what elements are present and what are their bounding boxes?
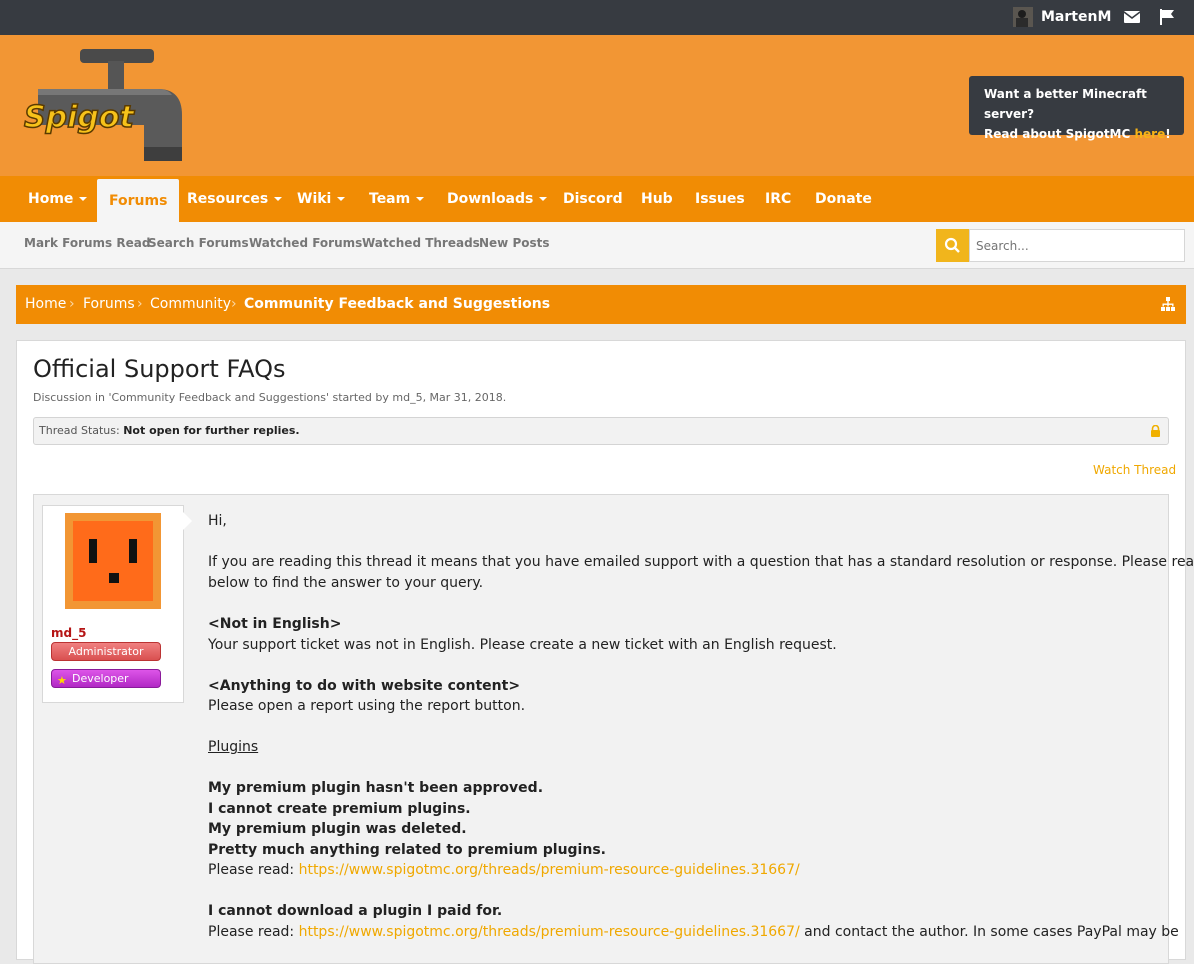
text-website-content: Please open a report using the report bu… bbox=[208, 698, 526, 714]
tab-downloads[interactable]: Downloads bbox=[447, 176, 548, 222]
chevron-down-icon bbox=[337, 197, 346, 201]
site-header: Spigot Want a better Minecraft server? R… bbox=[0, 35, 1194, 176]
post-intro-line2: below to find the answer to your query. bbox=[208, 575, 484, 591]
flag-icon[interactable] bbox=[1158, 8, 1176, 26]
developer-badge: ★ Developer bbox=[51, 669, 161, 688]
question-cannot-download: I cannot download a plugin I paid for. bbox=[208, 903, 503, 919]
user-avatar bbox=[1013, 7, 1033, 27]
tab-forums[interactable]: Forums bbox=[97, 179, 180, 222]
promo-link[interactable]: here bbox=[1134, 127, 1165, 141]
section-plugins: Plugins bbox=[208, 739, 259, 755]
promo-line2: Read about SpigotMC here! bbox=[984, 127, 1171, 141]
tab-home[interactable]: Home bbox=[28, 176, 88, 222]
user-menu[interactable]: MartenM bbox=[1013, 5, 1111, 29]
tab-discord[interactable]: Discord bbox=[563, 176, 623, 222]
breadcrumb-separator: › bbox=[69, 296, 75, 312]
breadcrumb-home[interactable]: Home bbox=[25, 296, 66, 312]
text-not-english: Your support ticket was not in English. … bbox=[208, 637, 837, 653]
please-read-line2: Please read: https://www.spigotmc.org/th… bbox=[208, 924, 1179, 940]
top-user-bar: MartenM bbox=[0, 0, 1194, 35]
thread-description: Discussion in 'Community Feedback and Su… bbox=[33, 391, 507, 404]
search-input[interactable] bbox=[969, 229, 1185, 262]
status-label: Thread Status: bbox=[39, 424, 120, 437]
post-author-link[interactable]: md_5 bbox=[51, 626, 86, 640]
watched-forums-link[interactable]: Watched Forums bbox=[249, 236, 362, 250]
chevron-down-icon bbox=[79, 197, 88, 201]
avatar-eye bbox=[129, 539, 137, 563]
thread-status-bar: Thread Status: Not open for further repl… bbox=[33, 417, 1169, 445]
avatar[interactable] bbox=[65, 513, 161, 609]
chevron-down-icon bbox=[539, 197, 548, 201]
avatar-mouth bbox=[109, 573, 119, 583]
please-read-line1: Please read: https://www.spigotmc.org/th… bbox=[208, 862, 800, 878]
search-button[interactable] bbox=[936, 229, 969, 262]
premium-guidelines-link[interactable]: https://www.spigotmc.org/threads/premium… bbox=[299, 862, 800, 878]
administrator-badge: Administrator bbox=[51, 642, 161, 661]
envelope-icon[interactable] bbox=[1123, 8, 1141, 26]
breadcrumb-forums[interactable]: Forums bbox=[83, 296, 135, 312]
premium-guidelines-link-2[interactable]: https://www.spigotmc.org/threads/premium… bbox=[299, 924, 800, 940]
status-value: Not open for further replies. bbox=[123, 424, 300, 437]
page-title: Official Support FAQs bbox=[33, 355, 286, 383]
spigot-logo[interactable]: Spigot bbox=[18, 43, 188, 169]
avatar-eye bbox=[89, 539, 97, 563]
search-forums-link[interactable]: Search Forums bbox=[148, 236, 249, 250]
breadcrumb-separator: › bbox=[231, 296, 237, 312]
tab-donate[interactable]: Donate bbox=[815, 176, 872, 222]
breadcrumb-community[interactable]: Community bbox=[150, 296, 231, 312]
chevron-down-icon bbox=[274, 197, 283, 201]
watch-thread-link[interactable]: Watch Thread bbox=[1093, 463, 1176, 477]
tab-team[interactable]: Team bbox=[369, 176, 425, 222]
heading-not-english: <Not in English> bbox=[208, 616, 342, 632]
logo-text: Spigot bbox=[24, 100, 135, 135]
breadcrumb-current[interactable]: Community Feedback and Suggestions bbox=[244, 296, 550, 312]
question-premium-approved: My premium plugin hasn't been approved. bbox=[208, 780, 544, 796]
userbox-pointer bbox=[183, 512, 192, 530]
question-create-premium: I cannot create premium plugins. bbox=[208, 801, 471, 817]
tab-wiki[interactable]: Wiki bbox=[297, 176, 346, 222]
new-posts-link[interactable]: New Posts bbox=[479, 236, 550, 250]
mark-forums-read-link[interactable]: Mark Forums Read bbox=[24, 236, 150, 250]
sitemap-icon[interactable] bbox=[1161, 297, 1175, 311]
username-label: MartenM bbox=[1041, 9, 1112, 25]
promo-box: Want a better Minecraft server? Read abo… bbox=[969, 76, 1184, 141]
chevron-down-icon bbox=[416, 197, 425, 201]
question-premium-anything: Pretty much anything related to premium … bbox=[208, 842, 606, 858]
breadcrumb-separator: › bbox=[137, 296, 143, 312]
tab-issues[interactable]: Issues bbox=[695, 176, 745, 222]
search-icon bbox=[944, 237, 960, 253]
avatar-face bbox=[73, 521, 153, 601]
watched-threads-link[interactable]: Watched Threads bbox=[362, 236, 480, 250]
tab-hub[interactable]: Hub bbox=[641, 176, 673, 222]
tab-resources[interactable]: Resources bbox=[187, 176, 283, 222]
question-premium-deleted: My premium plugin was deleted. bbox=[208, 821, 467, 837]
developer-badge-icon: ★ bbox=[57, 674, 67, 687]
post-intro-line1: If you are reading this thread it means … bbox=[208, 554, 1194, 570]
promo-line1: Want a better Minecraft server? bbox=[984, 87, 1147, 121]
heading-website-content: <Anything to do with website content> bbox=[208, 678, 521, 694]
breadcrumb: Home › Forums › Community › Community Fe… bbox=[16, 285, 1186, 324]
tab-irc[interactable]: IRC bbox=[765, 176, 791, 222]
post-greeting: Hi, bbox=[208, 513, 227, 529]
main-nav: Home Forums Resources Wiki Team Download… bbox=[0, 176, 1194, 222]
lock-icon bbox=[1151, 425, 1160, 437]
